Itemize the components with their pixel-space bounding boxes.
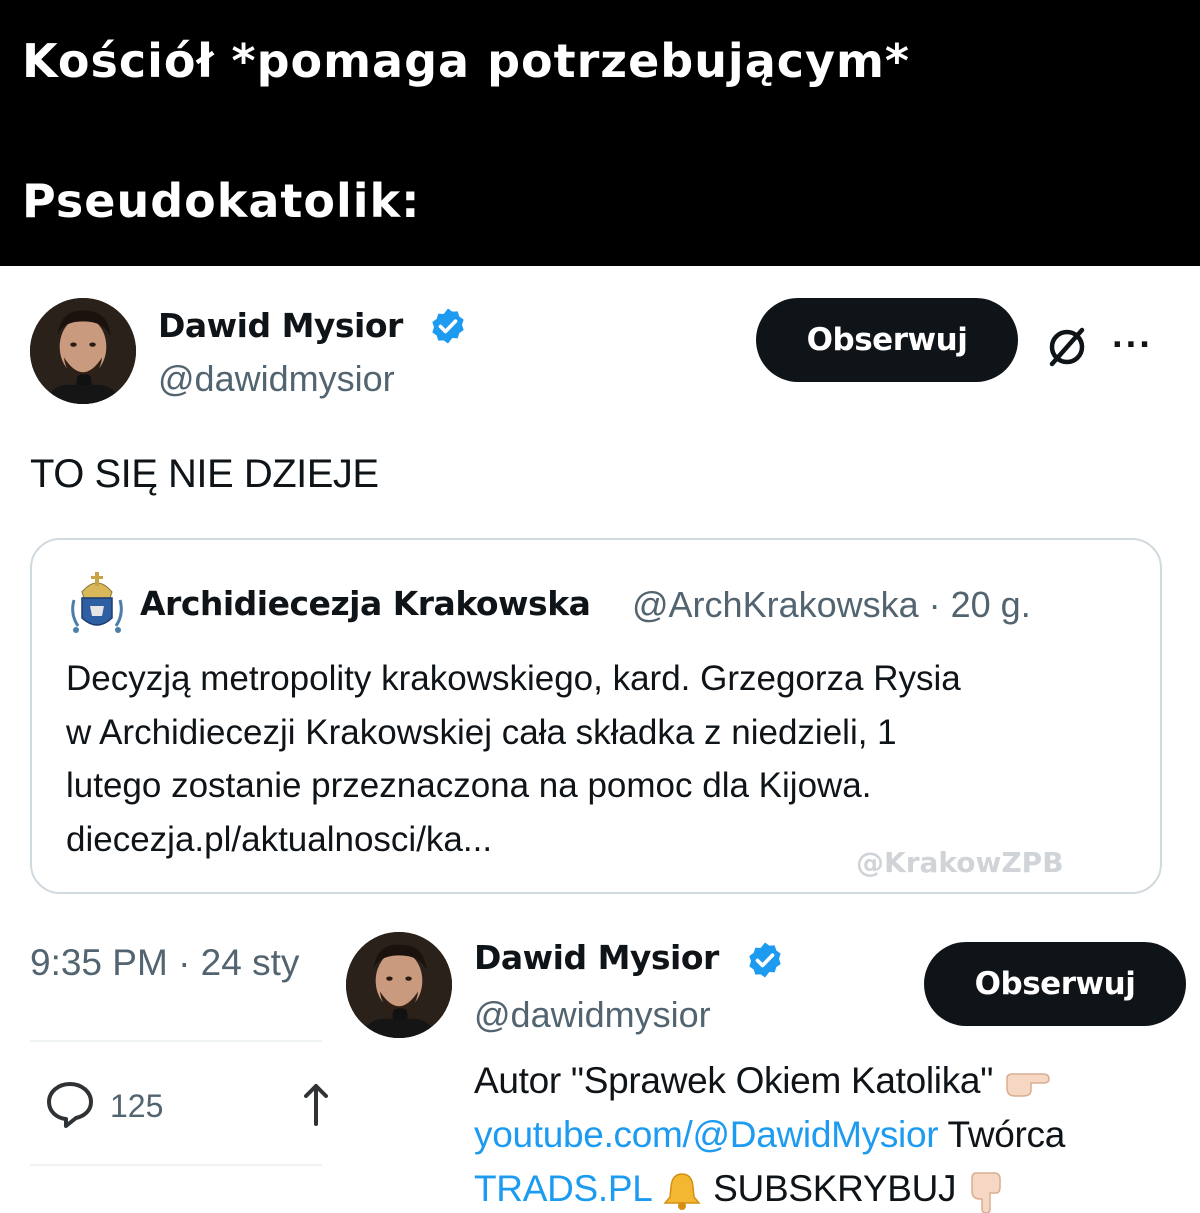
follow-button[interactable]: Obserwuj (756, 298, 1018, 382)
meme-caption: Kościół *pomaga potrzebującym* Pseudokat… (0, 0, 1200, 266)
bio-text: SUBSKRYBUJ (713, 1168, 957, 1209)
divider (30, 1164, 322, 1166)
bio-text: Twórca (938, 1114, 1066, 1155)
grok-icon[interactable] (1042, 322, 1092, 372)
author-avatar[interactable] (30, 298, 136, 404)
quoted-tweet-text: Decyzją metropolity krakowskiego, kard. … (66, 652, 1136, 866)
verified-badge-icon (432, 308, 464, 344)
tweet-text: TO SIĘ NIE DZIEJE (30, 452, 379, 496)
quoted-text-line: w Archidiecezji Krakowskiej cała składka… (66, 712, 897, 752)
pointing-down-icon (971, 1172, 1001, 1213)
trads-link[interactable]: TRADS.PL (474, 1168, 651, 1209)
caption-line-2: Pseudokatolik: (22, 174, 421, 228)
bio-line-1: Autor "Sprawek Okiem Katolika" (474, 1060, 1053, 1102)
bell-icon (663, 1173, 701, 1211)
verified-badge-icon (749, 942, 781, 978)
hovercard-follow-button[interactable]: Obserwuj (924, 942, 1186, 1026)
hovercard-handle[interactable]: @dawidmysior (474, 994, 711, 1036)
tweet: Dawid Mysior @dawidmysior Obserwuj ··· T… (0, 266, 1200, 1213)
bio-text: Autor "Sprawek Okiem Katolika" (474, 1060, 994, 1101)
bio-line-3: TRADS.PL SUBSKRYBUJ (474, 1168, 1006, 1213)
quoted-author-name[interactable]: Archidiecezja Krakowska (140, 584, 591, 623)
archdiocese-crest-icon (71, 572, 123, 633)
quoted-author-meta[interactable]: @ArchKrakowska · 20 g. (632, 584, 1031, 626)
more-icon[interactable]: ··· (1112, 326, 1153, 364)
pointing-right-icon (1006, 1073, 1050, 1097)
quoted-text-line: Decyzją metropolity krakowskiego, kard. … (66, 659, 961, 698)
youtube-link[interactable]: youtube.com/@DawidMysior (474, 1114, 939, 1155)
caption-line-1: Kościół *pomaga potrzebującym* (22, 34, 910, 88)
hovercard-avatar[interactable] (346, 932, 452, 1038)
share-icon[interactable] (296, 1078, 336, 1130)
reply-icon[interactable] (44, 1078, 96, 1130)
quoted-text-line: lutego zostanie przeznaczona na pomoc dl… (66, 766, 872, 805)
author-handle[interactable]: @dawidmysior (158, 358, 395, 400)
bio-line-2: youtube.com/@DawidMysior Twórca (474, 1114, 1065, 1156)
author-name[interactable]: Dawid Mysior (158, 306, 403, 345)
watermark: @KrakowZPB (856, 846, 1064, 879)
divider (30, 1040, 322, 1042)
tweet-timestamp[interactable]: 9:35 PM · 24 sty (30, 942, 299, 984)
reply-count: 125 (110, 1088, 164, 1124)
hovercard-name[interactable]: Dawid Mysior (474, 938, 719, 977)
quoted-tweet[interactable]: Archidiecezja Krakowska @ArchKrakowska ·… (30, 538, 1162, 894)
